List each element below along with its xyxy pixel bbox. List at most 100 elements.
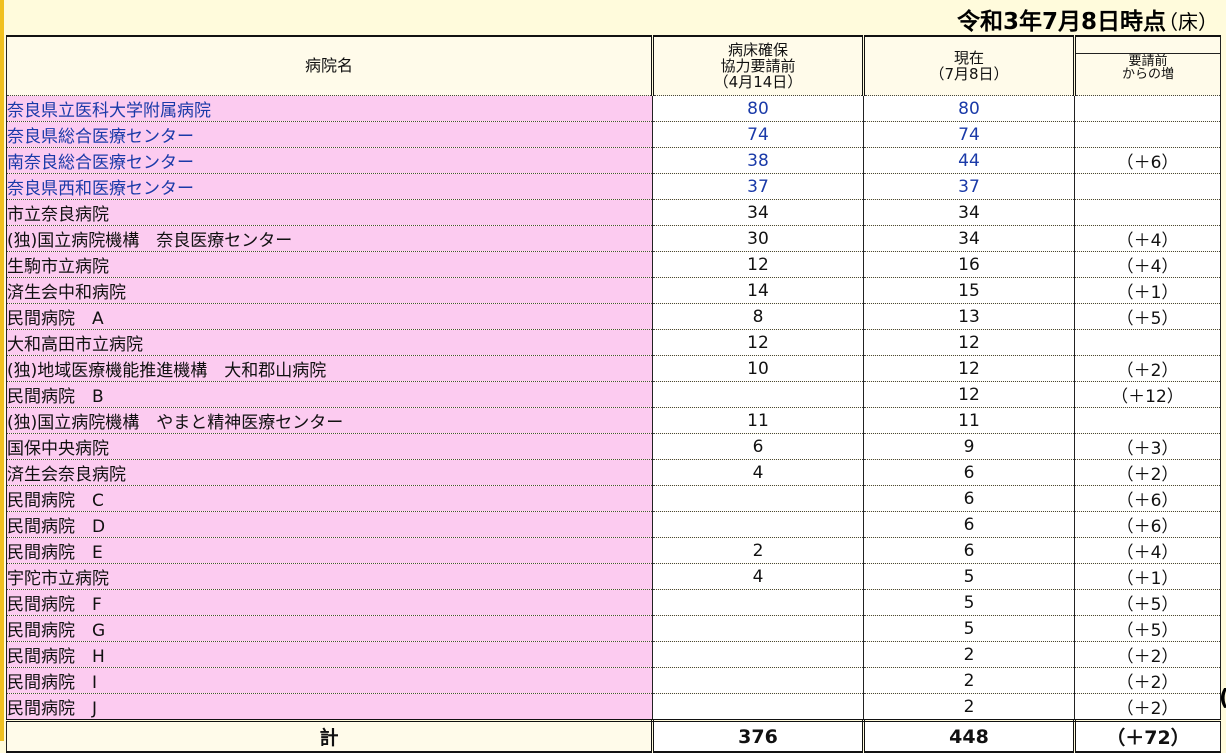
left-accent-bar — [0, 0, 4, 741]
current-beds-cell: 80 — [863, 95, 1075, 122]
current-beds-cell: 16 — [863, 251, 1075, 278]
hospital-name-cell: 生駒市立病院 — [6, 251, 653, 278]
increase-cell — [1074, 95, 1221, 122]
before-beds-cell — [652, 667, 864, 694]
increase-cell: （＋12） — [1074, 381, 1221, 408]
table-row: (独)国立病院機構 奈良医療センター 30 34 （＋4） — [6, 225, 1221, 252]
current-header: 現在 （7月8日） — [863, 35, 1076, 96]
current-beds-cell: 5 — [863, 615, 1075, 642]
before-beds-cell: 8 — [652, 303, 864, 330]
current-beds-cell: 12 — [863, 355, 1075, 382]
increase-cell: （＋5） — [1074, 615, 1221, 642]
before-beds-cell: 4 — [652, 459, 864, 486]
current-beds-cell: 12 — [863, 329, 1075, 356]
before-beds-cell: 12 — [652, 251, 864, 278]
before-beds-cell — [652, 485, 864, 512]
increase-cell: （＋4） — [1074, 537, 1221, 564]
current-beds-cell: 6 — [863, 537, 1075, 564]
current-beds-cell: 34 — [863, 225, 1075, 252]
total-increase: （＋72） — [1074, 719, 1221, 753]
before-beds-cell: 38 — [652, 147, 864, 174]
increase-cell — [1074, 407, 1221, 434]
table-row: 民間病院 D 6 （＋6） — [6, 511, 1221, 538]
current-beds-cell: 37 — [863, 173, 1075, 200]
table-row: 民間病院 C 6 （＋6） — [6, 485, 1221, 512]
current-beds-cell: 5 — [863, 563, 1075, 590]
before-beds-cell: 30 — [652, 225, 864, 252]
increase-cell: （＋2） — [1074, 641, 1221, 668]
table-row: (独)国立病院機構 やまと精神医療センター 11 11 — [6, 407, 1221, 434]
increase-cell: （＋5） — [1074, 303, 1221, 330]
current-beds-cell: 5 — [863, 589, 1075, 616]
increase-cell — [1074, 173, 1221, 200]
table-row: 民間病院 H 2 （＋2） — [6, 641, 1221, 668]
increase-cell: （＋1） — [1074, 563, 1221, 590]
hospital-name-cell: 民間病院 E — [6, 537, 653, 564]
hospital-name-cell: 民間病院 C — [6, 485, 653, 512]
hospital-name-cell: 南奈良総合医療センター — [6, 147, 653, 174]
table-header-row: 病院名 病床確保 協力要請前 （4月14日） 現在 （7月8日） 要請前 からの… — [6, 35, 1221, 96]
increase-cell: （＋5） — [1074, 589, 1221, 616]
current-beds-cell: 2 — [863, 693, 1075, 721]
table-row: 済生会中和病院 14 15 （＋1） — [6, 277, 1221, 304]
hospital-name-cell: 民間病院 D — [6, 511, 653, 538]
hospital-name-cell: 済生会中和病院 — [6, 277, 653, 304]
hospital-name-cell: 民間病院 F — [6, 589, 653, 616]
current-beds-cell: 15 — [863, 277, 1075, 304]
table-row: 民間病院 I 2 （＋2） — [6, 667, 1221, 694]
table-row: 済生会奈良病院 4 6 （＋2） — [6, 459, 1221, 486]
increase-cell — [1074, 121, 1221, 148]
hospital-name-cell: 国保中央病院 — [6, 433, 653, 460]
edge-paren-glyph: ( — [1219, 686, 1226, 726]
table-row: 奈良県総合医療センター 74 74 — [6, 121, 1221, 148]
table-row: 民間病院 E 2 6 （＋4） — [6, 537, 1221, 564]
current-beds-cell: 13 — [863, 303, 1075, 330]
before-beds-cell — [652, 511, 864, 538]
table-row: 奈良県立医科大学附属病院 80 80 — [6, 95, 1221, 122]
total-before: 376 — [652, 719, 865, 753]
current-beds-cell: 6 — [863, 511, 1075, 538]
current-beds-cell: 9 — [863, 433, 1075, 460]
table-row: 国保中央病院 6 9 （＋3） — [6, 433, 1221, 460]
hospital-name-header: 病院名 — [6, 35, 654, 96]
current-beds-cell: 2 — [863, 641, 1075, 668]
increase-header-text: 要請前 からの増 — [1076, 53, 1220, 81]
before-beds-cell — [652, 615, 864, 642]
hospital-name-cell: 大和高田市立病院 — [6, 329, 653, 356]
table-row: 生駒市立病院 12 16 （＋4） — [6, 251, 1221, 278]
table-row: 民間病院 A 8 13 （＋5） — [6, 303, 1221, 330]
current-header-line2: （7月8日） — [929, 65, 1009, 83]
table-body: 奈良県立医科大学附属病院 80 80 奈良県総合医療センター 74 74 南奈良総合医療セン… — [6, 95, 1221, 721]
current-beds-cell: 74 — [863, 121, 1075, 148]
current-beds-cell: 6 — [863, 485, 1075, 512]
before-beds-cell: 12 — [652, 329, 864, 356]
total-label: 計 — [6, 719, 654, 753]
hospital-name-cell: 民間病院 H — [6, 641, 653, 668]
hospital-name-cell: 民間病院 G — [6, 615, 653, 642]
hospital-name-cell: 民間病院 J — [6, 693, 653, 721]
current-beds-cell: 6 — [863, 459, 1075, 486]
before-beds-cell: 10 — [652, 355, 864, 382]
before-beds-cell: 34 — [652, 199, 864, 226]
table-row: (独)地域医療機能推進機構 大和郡山病院 10 12 （＋2） — [6, 355, 1221, 382]
increase-cell: （＋4） — [1074, 251, 1221, 278]
hospital-name-cell: 奈良県立医科大学附属病院 — [6, 95, 653, 122]
increase-cell — [1074, 199, 1221, 226]
hospital-bed-table: 病院名 病床確保 協力要請前 （4月14日） 現在 （7月8日） 要請前 からの… — [6, 35, 1221, 753]
table-row: 宇陀市立病院 4 5 （＋1） — [6, 563, 1221, 590]
before-beds-cell: 14 — [652, 277, 864, 304]
hospital-name-cell: 済生会奈良病院 — [6, 459, 653, 486]
before-beds-cell — [652, 693, 864, 721]
before-beds-cell: 80 — [652, 95, 864, 122]
hospital-name-cell: 奈良県総合医療センター — [6, 121, 653, 148]
increase-cell: （＋6） — [1074, 485, 1221, 512]
increase-cell: （＋4） — [1074, 225, 1221, 252]
current-beds-cell: 11 — [863, 407, 1075, 434]
total-current: 448 — [863, 719, 1076, 753]
before-beds-cell — [652, 381, 864, 408]
increase-cell: （＋6） — [1074, 511, 1221, 538]
total-row: 計 376 448 （＋72） — [6, 719, 1221, 753]
increase-cell: （＋2） — [1074, 693, 1221, 721]
table-row: 市立奈良病院 34 34 — [6, 199, 1221, 226]
table-row: 大和高田市立病院 12 12 — [6, 329, 1221, 356]
